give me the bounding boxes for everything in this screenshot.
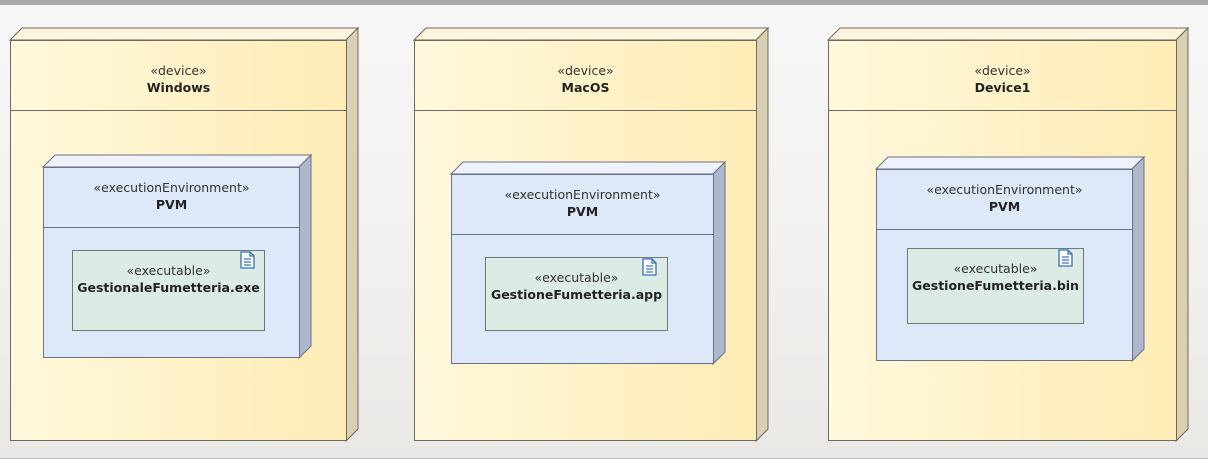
artifact-stereotype: «executable» — [126, 263, 211, 278]
executable-artifact[interactable]: «executable» GestionaleFumetteria.exe — [72, 250, 265, 331]
environment-name: PVM — [155, 197, 188, 212]
executable-artifact[interactable]: «executable» GestioneFumetteria.app — [485, 257, 668, 331]
environment-header: «executionEnvironment» PVM — [452, 175, 713, 235]
device-node-header: «device» Windows — [11, 41, 346, 111]
artifact-stereotype: «executable» — [534, 270, 619, 285]
device-node-device1[interactable]: «device» Device1 «executionEnvironment» … — [826, 26, 1190, 443]
environment-name: PVM — [988, 199, 1021, 214]
artifact-name: GestioneFumetteria.bin — [912, 278, 1079, 293]
environment-stereotype: «executionEnvironment» — [926, 182, 1083, 197]
device-node-header: «device» MacOS — [415, 41, 756, 111]
window-top-border — [0, 0, 1208, 5]
execution-environment-node[interactable]: «executionEnvironment» PVM «executable» … — [874, 155, 1146, 363]
document-icon — [240, 251, 255, 269]
device-stereotype: «device» — [150, 63, 207, 78]
device-node-macos[interactable]: «device» MacOS «executionEnvironment» PV… — [412, 26, 770, 443]
device-name: Device1 — [974, 80, 1031, 95]
artifact-name: GestionaleFumetteria.exe — [77, 280, 260, 295]
artifact-stereotype: «executable» — [953, 261, 1038, 276]
document-icon — [1058, 249, 1073, 267]
device-name: Windows — [146, 80, 211, 95]
environment-face: «executionEnvironment» PVM «executable» … — [451, 174, 714, 364]
execution-environment-node[interactable]: «executionEnvironment» PVM «executable» … — [41, 153, 313, 360]
device-node-windows[interactable]: «device» Windows «executionEnvironment» … — [8, 26, 360, 443]
artifact-name: GestioneFumetteria.app — [490, 287, 663, 302]
environment-header: «executionEnvironment» PVM — [877, 170, 1132, 230]
environment-face: «executionEnvironment» PVM «executable» … — [43, 167, 300, 358]
execution-environment-node[interactable]: «executionEnvironment» PVM «executable» … — [449, 160, 727, 366]
environment-header: «executionEnvironment» PVM — [44, 168, 299, 228]
device-stereotype: «device» — [974, 63, 1031, 78]
device-stereotype: «device» — [557, 63, 614, 78]
environment-face: «executionEnvironment» PVM «executable» … — [876, 169, 1133, 361]
environment-name: PVM — [566, 204, 599, 219]
environment-stereotype: «executionEnvironment» — [504, 187, 661, 202]
document-icon — [642, 258, 657, 276]
window-bottom-border — [0, 458, 1208, 463]
device-node-header: «device» Device1 — [829, 41, 1176, 111]
environment-stereotype: «executionEnvironment» — [93, 180, 250, 195]
device-name: MacOS — [561, 80, 610, 95]
executable-artifact[interactable]: «executable» GestioneFumetteria.bin — [907, 248, 1084, 324]
